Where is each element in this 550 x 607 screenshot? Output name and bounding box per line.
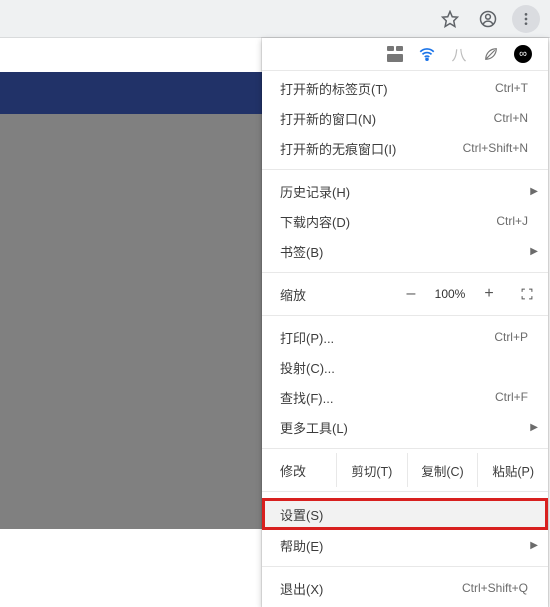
menu-item-label: 下载内容(D) [280, 212, 496, 231]
page-content-area [0, 114, 262, 529]
menu-zoom-row: 缩放 – 100% + [262, 277, 548, 311]
edit-label: 修改 [262, 453, 336, 487]
zoom-out-button[interactable]: – [394, 277, 428, 311]
separator [262, 491, 548, 492]
menu-item-shortcut: Ctrl+F [495, 390, 528, 404]
menu-group-3: 打印(P)... Ctrl+P 投射(C)... 查找(F)... Ctrl+F… [262, 320, 548, 444]
menu-item-shortcut: Ctrl+Shift+Q [462, 581, 528, 595]
separator [262, 566, 548, 567]
menu-group-2: 历史记录(H) ▶ 下载内容(D) Ctrl+J 书签(B) ▶ [262, 174, 548, 268]
menu-item-label: 打开新的窗口(N) [280, 109, 494, 128]
menu-history[interactable]: 历史记录(H) ▶ [262, 176, 548, 206]
menu-icon[interactable] [512, 5, 540, 33]
menu-settings[interactable]: 设置(S) [262, 498, 548, 530]
zoom-value: 100% [428, 287, 472, 301]
menu-item-label: 书签(B) [280, 242, 528, 261]
separator [262, 448, 548, 449]
menu-group-4: 设置(S) 帮助(E) ▶ [262, 496, 548, 562]
brush-icon[interactable]: 八 [450, 45, 468, 63]
menu-item-label: 帮助(E) [280, 536, 528, 555]
edit-cut[interactable]: 剪切(T) [336, 453, 407, 487]
menu-exit[interactable]: 退出(X) Ctrl+Shift+Q [262, 573, 548, 603]
menu-new-incognito[interactable]: 打开新的无痕窗口(I) Ctrl+Shift+N [262, 133, 548, 163]
menu-item-label: 投射(C)... [280, 358, 528, 377]
menu-new-tab[interactable]: 打开新的标签页(T) Ctrl+T [262, 73, 548, 103]
chevron-right-icon: ▶ [530, 246, 538, 257]
menu-print[interactable]: 打印(P)... Ctrl+P [262, 322, 548, 352]
menu-bookmarks[interactable]: 书签(B) ▶ [262, 236, 548, 266]
menu-item-label: 退出(X) [280, 579, 462, 598]
menu-edit-row: 修改 剪切(T) 复制(C) 粘贴(P) [262, 453, 548, 487]
infinity-icon[interactable]: ∞ [514, 45, 532, 63]
menu-item-label: 查找(F)... [280, 388, 495, 407]
menu-item-shortcut: Ctrl+N [494, 111, 528, 125]
menu-item-shortcut: Ctrl+P [494, 330, 528, 344]
separator [262, 315, 548, 316]
menu-group-1: 打开新的标签页(T) Ctrl+T 打开新的窗口(N) Ctrl+N 打开新的无… [262, 71, 548, 165]
menu-help[interactable]: 帮助(E) ▶ [262, 530, 548, 560]
chevron-right-icon: ▶ [530, 422, 538, 433]
menu-item-shortcut: Ctrl+J [496, 214, 528, 228]
edit-copy[interactable]: 复制(C) [407, 453, 478, 487]
extension-icon-row: 八 ∞ [262, 38, 548, 71]
separator [262, 169, 548, 170]
menu-find[interactable]: 查找(F)... Ctrl+F [262, 382, 548, 412]
menu-item-shortcut: Ctrl+Shift+N [463, 141, 528, 155]
page-header-strip [0, 72, 262, 114]
leaf-icon[interactable] [482, 45, 500, 63]
menu-group-5: 退出(X) Ctrl+Shift+Q [262, 571, 548, 605]
wifi-icon[interactable] [418, 45, 436, 63]
separator [262, 272, 548, 273]
zoom-label: 缩放 [262, 285, 394, 304]
menu-item-label: 设置(S) [280, 505, 528, 524]
menu-downloads[interactable]: 下载内容(D) Ctrl+J [262, 206, 548, 236]
menu-item-label: 更多工具(L) [280, 418, 528, 437]
menu-item-label: 打开新的无痕窗口(I) [280, 139, 463, 158]
menu-item-shortcut: Ctrl+T [495, 81, 528, 95]
apps-icon[interactable] [386, 45, 404, 63]
zoom-in-button[interactable]: + [472, 277, 506, 311]
zoom-controls: – 100% + [394, 277, 548, 311]
browser-menu: 八 ∞ 打开新的标签页(T) Ctrl+T 打开新的窗口(N) Ctrl+N 打… [262, 38, 548, 607]
toolbar-actions [436, 0, 550, 38]
menu-item-label: 历史记录(H) [280, 182, 528, 201]
browser-toolbar [0, 0, 550, 38]
bookmark-star-icon[interactable] [436, 5, 464, 33]
account-icon[interactable] [474, 5, 502, 33]
menu-item-label: 打开新的标签页(T) [280, 79, 495, 98]
menu-item-label: 打印(P)... [280, 328, 494, 347]
chevron-right-icon: ▶ [530, 186, 538, 197]
edit-paste[interactable]: 粘贴(P) [477, 453, 548, 487]
menu-new-window[interactable]: 打开新的窗口(N) Ctrl+N [262, 103, 548, 133]
menu-cast[interactable]: 投射(C)... [262, 352, 548, 382]
fullscreen-button[interactable] [506, 277, 548, 311]
menu-more-tools[interactable]: 更多工具(L) ▶ [262, 412, 548, 442]
chevron-right-icon: ▶ [530, 540, 538, 551]
